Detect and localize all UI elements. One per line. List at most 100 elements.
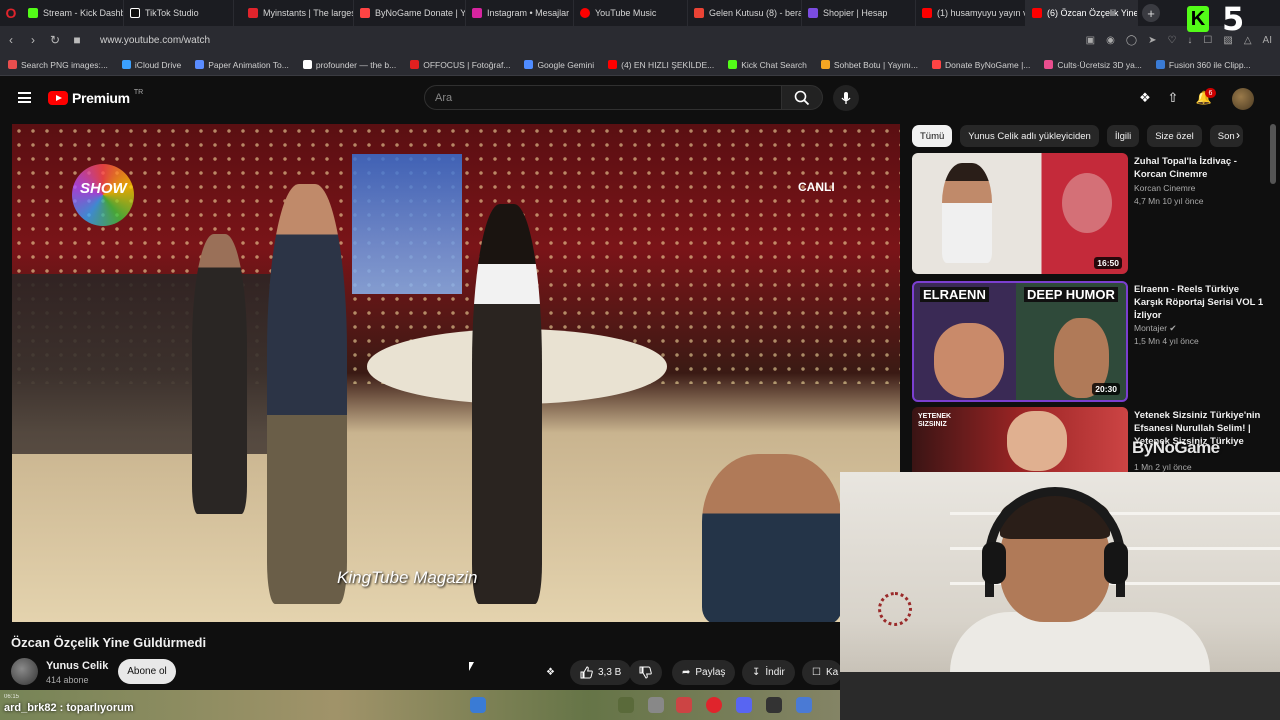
account-avatar[interactable] xyxy=(1232,88,1254,110)
bookmark-item[interactable]: iCloud Drive xyxy=(121,60,181,70)
rec-channel[interactable]: Korcan Cinemre xyxy=(1134,183,1195,193)
channel-name[interactable]: Yunus Celik xyxy=(46,660,108,672)
send-icon[interactable]: ➤ xyxy=(1148,35,1156,46)
chip-all[interactable]: Tümü xyxy=(912,125,953,147)
taskbar-app-icon[interactable] xyxy=(618,697,634,713)
rec-channel[interactable]: Montajer ✔ xyxy=(1134,323,1177,334)
bookmark-item[interactable]: Google Gemini xyxy=(524,60,594,70)
taskbar-app-icon[interactable] xyxy=(648,697,664,713)
microphone-icon xyxy=(841,92,851,104)
ai-icon[interactable]: AI xyxy=(1263,35,1272,46)
bookmark-item[interactable]: Cults·Ücretsiz 3D ya... xyxy=(1044,60,1142,70)
recommendation-item[interactable]: 16:50 Zuhal Topal'la İzdivaç - Korcan Ci… xyxy=(912,153,1268,276)
recommendation-item[interactable]: ELRAENN DEEP HUMOR 20:30 Elraenn - Reels… xyxy=(912,281,1268,404)
shield-icon[interactable]: ◯ xyxy=(1126,35,1137,46)
tab-youtube-husamyuyu[interactable]: (1) husamyuyu yayın vakt xyxy=(916,0,1026,26)
video-thumbnail[interactable]: YETENEK SIZSINIZ xyxy=(912,407,1128,472)
menu-icon[interactable] xyxy=(18,92,31,103)
tab-youtube-active[interactable]: (6) Özcan Özçelik Yine xyxy=(1026,0,1138,26)
duration-badge: 20:30 xyxy=(1092,383,1120,395)
search-input[interactable]: Ara xyxy=(424,85,782,110)
tab-shopier[interactable]: Shopier | Hesap xyxy=(802,0,916,26)
heart-icon[interactable]: ♡ xyxy=(1167,35,1176,46)
bookmark-item[interactable]: OFFOCUS | Fotoğraf... xyxy=(410,60,510,70)
tab-bynogame-donate[interactable]: ByNoGame Donate | Yay xyxy=(354,0,466,26)
tab-tiktok-studio[interactable]: TikTok Studio xyxy=(124,0,234,26)
search-button[interactable] xyxy=(781,85,823,110)
presenter-figure xyxy=(702,454,842,622)
thumbnail-person xyxy=(934,323,1004,398)
bookmark-item[interactable]: Search PNG images:... xyxy=(8,60,108,70)
share-button[interactable]: ➦ Paylaş xyxy=(672,660,736,685)
screenshot-icon[interactable]: ▣ xyxy=(1086,35,1095,46)
bookmark-icon xyxy=(608,60,618,69)
sidebar-scrollbar[interactable] xyxy=(1270,124,1276,184)
bookmark-item[interactable]: Donate ByNoGame |... xyxy=(932,60,1030,70)
tab-gmail[interactable]: Gelen Kutusu (8) - berat xyxy=(688,0,802,26)
bookmark-item[interactable]: profounder — the b... xyxy=(302,60,396,70)
premium-label: Premium xyxy=(72,90,130,106)
save-label: Ka xyxy=(825,667,839,678)
cast-action-button[interactable]: ❖ xyxy=(546,660,555,685)
rec-title[interactable]: Zuhal Topal'la İzdivaç - Korcan Cinemre xyxy=(1134,155,1264,181)
forward-arrow-icon[interactable]: › xyxy=(22,26,44,54)
chip-for-you[interactable]: Size özel xyxy=(1147,125,1202,147)
share-label: Paylaş xyxy=(695,667,726,678)
voice-search-button[interactable] xyxy=(833,85,859,111)
duration-badge: 16:50 xyxy=(1094,257,1122,269)
back-arrow-icon[interactable]: ‹ xyxy=(0,26,22,54)
tab-kick-dashboard[interactable]: Stream - Kick Dashboard xyxy=(22,0,124,26)
download-icon[interactable]: ↓ xyxy=(1187,35,1192,46)
chip-from-uploader[interactable]: Yunus Celik adlı yükleyiciden xyxy=(960,125,1099,147)
taskbar-app-icon[interactable] xyxy=(766,697,782,713)
opera-taskbar-icon[interactable] xyxy=(706,697,722,713)
thumbnail-text: YETENEK SIZSINIZ xyxy=(918,413,952,428)
download-button[interactable]: ↧ İndir xyxy=(742,660,795,685)
bookmark-icon xyxy=(8,60,17,69)
bookmark-item[interactable]: Sohbet Botu | Yayını... xyxy=(820,60,918,70)
vpn-icon[interactable]: △ xyxy=(1244,35,1252,46)
bookmark-icon: ☐ xyxy=(812,667,821,678)
create-upload-icon[interactable]: ⇧ xyxy=(1165,90,1181,106)
video-thumbnail[interactable]: 16:50 xyxy=(912,153,1128,274)
video-player[interactable]: SHOW CANLI KingTube Magazin xyxy=(12,124,900,622)
channel-avatar[interactable] xyxy=(11,658,38,685)
myinstants-icon xyxy=(248,8,258,18)
discord-taskbar-icon[interactable] xyxy=(736,697,752,713)
tab-instagram[interactable]: Instagram • Mesajlar xyxy=(466,0,574,26)
cast-icon: ❖ xyxy=(546,667,555,678)
new-tab-button[interactable]: + xyxy=(1142,4,1160,22)
chip-related[interactable]: İlgili xyxy=(1106,125,1140,147)
like-button[interactable]: 3,3 B xyxy=(570,660,632,685)
kick-icon xyxy=(28,8,38,18)
youtube-premium-logo[interactable]: Premium TR xyxy=(48,89,143,106)
related-filter-chips: Tümü Yunus Celik adlı yükleyiciden İlgil… xyxy=(912,124,1268,148)
rec-title[interactable]: Elraenn - Reels Türkiye Karşık Röportaj … xyxy=(1134,283,1264,322)
windows-start-icon[interactable] xyxy=(470,697,486,713)
gmail-icon xyxy=(694,8,704,18)
bookmark-item[interactable]: Paper Animation To... xyxy=(195,60,289,70)
dislike-button[interactable] xyxy=(629,660,662,685)
url-field[interactable]: www.youtube.com/watch xyxy=(100,35,210,46)
tab-youtube-music[interactable]: YouTube Music xyxy=(574,0,688,26)
taskbar-app-icon[interactable] xyxy=(796,697,812,713)
reload-icon[interactable]: ↻ xyxy=(44,26,66,54)
cast-icon[interactable]: ❖ xyxy=(1137,90,1153,106)
chevron-right-icon[interactable]: › xyxy=(1236,128,1250,144)
3d-print-decor xyxy=(878,592,912,626)
subscribe-button[interactable]: Abone ol xyxy=(118,659,176,684)
tab-myinstants[interactable]: Myinstants | The largest xyxy=(242,0,354,26)
bookmark-icon xyxy=(1155,60,1165,69)
snapshot-icon[interactable]: ☐ xyxy=(1203,35,1212,46)
opera-logo-icon[interactable]: O xyxy=(0,0,22,26)
taskbar-app-icon[interactable] xyxy=(676,697,692,713)
bookmark-item[interactable]: Fusion 360 ile Clipp... xyxy=(1155,60,1251,70)
youtube-music-icon xyxy=(580,8,590,18)
headphones-decor xyxy=(985,487,1125,597)
bookmark-item[interactable]: Kick Chat Search xyxy=(728,60,807,70)
camera-icon[interactable]: ◉ xyxy=(1106,35,1115,46)
bookmark-item[interactable]: (4) EN HIZLI ŞEKİLDE... xyxy=(608,60,714,70)
lock-icon[interactable]: ■ xyxy=(66,26,88,54)
video-thumbnail[interactable]: ELRAENN DEEP HUMOR 20:30 xyxy=(912,281,1128,402)
save-button[interactable]: ☐ Ka xyxy=(802,660,842,685)
